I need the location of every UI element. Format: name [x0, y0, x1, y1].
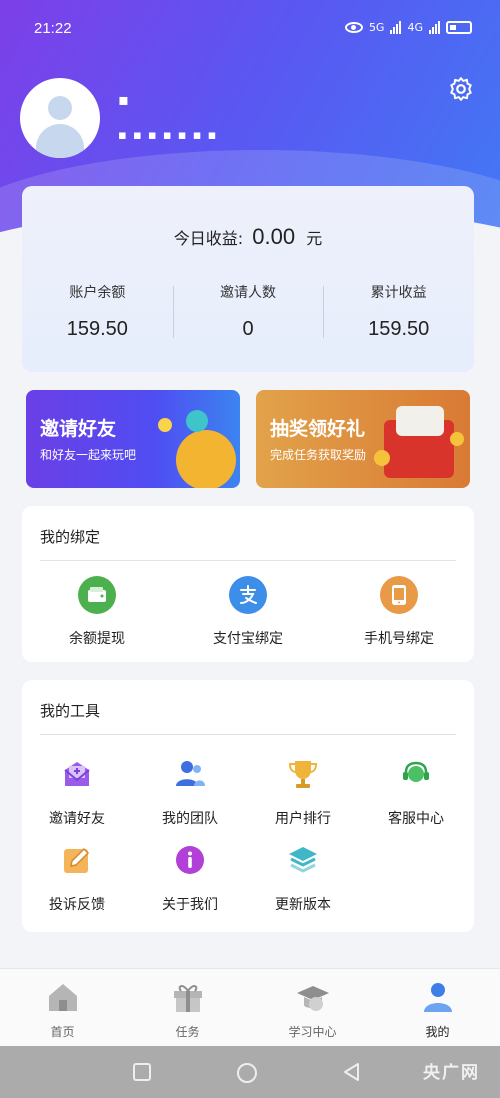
bind-label: 支付宝绑定 — [213, 631, 283, 647]
tool-my-team[interactable]: 我的团队 — [135, 758, 245, 828]
tab-label: 我的 — [425, 1025, 450, 1039]
info-icon — [176, 846, 204, 874]
status-bar: 21:22 5G 4G — [0, 0, 500, 58]
signal-icon — [390, 20, 402, 34]
today-earnings-label: 今日收益: — [173, 229, 244, 248]
bottom-tab-bar: 首页 任务 学习中心 我的 — [0, 968, 500, 1046]
home-icon — [48, 984, 77, 1011]
coin-illustration — [450, 432, 464, 446]
tab-label: 学习中心 — [288, 1025, 337, 1039]
tool-label: 投诉反馈 — [49, 897, 105, 913]
username: ▪ — [118, 90, 129, 109]
status-time: 21:22 — [34, 20, 72, 37]
stat-label: 累计收益 — [370, 285, 427, 301]
bind-label: 手机号绑定 — [364, 631, 434, 647]
tool-label: 客服中心 — [388, 811, 444, 827]
tool-label: 我的团队 — [162, 811, 218, 827]
headset-icon — [403, 761, 429, 782]
user-id: ▪ ▪ ▪ ▪ ▪ ▪ ▪ — [118, 128, 218, 143]
person-illustration — [186, 410, 208, 432]
network-4g-label: 4G — [407, 20, 423, 34]
tab-mine[interactable]: 我的 — [375, 969, 500, 1046]
alipay-icon — [229, 576, 267, 614]
home-button[interactable] — [236, 1062, 258, 1084]
phone-icon — [380, 576, 418, 614]
tab-label: 任务 — [175, 1025, 200, 1039]
tool-label: 关于我们 — [162, 897, 218, 913]
stat-label: 账户余额 — [69, 285, 126, 301]
banner-subtitle: 完成任务获取奖励 — [270, 448, 367, 462]
stat-label: 邀请人数 — [220, 285, 276, 301]
tool-complaint-feedback[interactable]: 投诉反馈 — [22, 844, 132, 914]
edit-icon — [64, 847, 90, 873]
network-5g-label: 5G — [368, 20, 385, 34]
today-earnings-amount: 0.00 — [252, 224, 296, 249]
tab-home[interactable]: 首页 — [0, 969, 125, 1046]
user-icon — [423, 983, 452, 1012]
section-title: 我的绑定 — [40, 528, 101, 546]
stat-value: 159.50 — [368, 318, 430, 340]
my-tools-card: 我的工具 邀请好友 我的团队 用户排行 客服中心 投诉反馈 关于我们 更新版本 — [22, 680, 474, 932]
tool-user-ranking[interactable]: 用户排行 — [248, 758, 358, 828]
back-button[interactable] — [342, 1062, 362, 1082]
invite-mail-icon — [64, 762, 90, 786]
divider — [40, 734, 456, 735]
withdraw-balance-button[interactable]: 余额提现 — [22, 576, 172, 648]
tab-label: 首页 — [50, 1025, 75, 1039]
tab-tasks[interactable]: 任务 — [125, 969, 250, 1046]
battery-icon — [446, 20, 472, 34]
coin-illustration — [374, 450, 390, 466]
tool-label: 更新版本 — [275, 897, 331, 913]
divider — [40, 560, 456, 561]
today-earnings-unit: 元 — [306, 229, 323, 248]
banner-title: 邀请好友 — [40, 418, 117, 440]
watermark: 央广网 — [423, 1063, 480, 1083]
today-earnings: 今日收益: 0.00 元 — [22, 224, 474, 250]
red-envelope-illustration — [396, 406, 444, 436]
my-bindings-card: 我的绑定 余额提现 支付宝绑定 手机号绑定 — [22, 506, 474, 662]
lottery-banner[interactable]: 抽奖领好礼 完成任务获取奖励 — [256, 390, 470, 488]
graduation-cap-icon — [296, 986, 329, 1011]
tool-about-us[interactable]: 关于我们 — [135, 844, 245, 914]
tool-invite-friends[interactable]: 邀请好友 — [22, 758, 132, 828]
bind-label: 余额提现 — [69, 631, 125, 647]
alipay-bind-button[interactable]: 支付宝绑定 — [173, 576, 323, 648]
tool-update-version[interactable]: 更新版本 — [248, 844, 358, 914]
banner-title: 抽奖领好礼 — [270, 418, 366, 440]
stat-total-earnings[interactable]: 累计收益 159.50 — [323, 282, 474, 341]
system-navigation-bar: 央广网 — [0, 1046, 500, 1098]
earnings-card: 今日收益: 0.00 元 账户余额 159.50 邀请人数 0 累计收益 159… — [22, 186, 474, 372]
team-icon — [176, 761, 205, 786]
banner-subtitle: 和好友一起来玩吧 — [40, 448, 137, 462]
gift-icon — [173, 985, 202, 1012]
eye-icon — [344, 21, 363, 33]
tool-label: 邀请好友 — [49, 811, 105, 827]
avatar[interactable] — [20, 78, 100, 158]
invite-friends-banner[interactable]: 邀请好友 和好友一起来玩吧 — [26, 390, 240, 488]
stat-value: 0 — [242, 318, 254, 340]
coin-illustration — [176, 430, 236, 488]
stat-account-balance[interactable]: 账户余额 159.50 — [22, 282, 173, 341]
person-illustration — [158, 418, 172, 432]
layers-icon — [289, 847, 317, 873]
recent-apps-button[interactable] — [132, 1062, 152, 1082]
wallet-icon — [78, 576, 116, 614]
stat-value: 159.50 — [66, 318, 128, 340]
settings-gear-icon[interactable] — [448, 76, 474, 102]
stat-invite-count[interactable]: 邀请人数 0 — [172, 282, 324, 341]
tool-customer-service[interactable]: 客服中心 — [361, 758, 471, 828]
section-title: 我的工具 — [40, 702, 101, 720]
tool-label: 用户排行 — [275, 811, 331, 827]
tab-learning-center[interactable]: 学习中心 — [250, 969, 375, 1046]
trophy-icon — [288, 761, 318, 788]
phone-bind-button[interactable]: 手机号绑定 — [324, 576, 474, 648]
signal-icon — [429, 20, 440, 34]
